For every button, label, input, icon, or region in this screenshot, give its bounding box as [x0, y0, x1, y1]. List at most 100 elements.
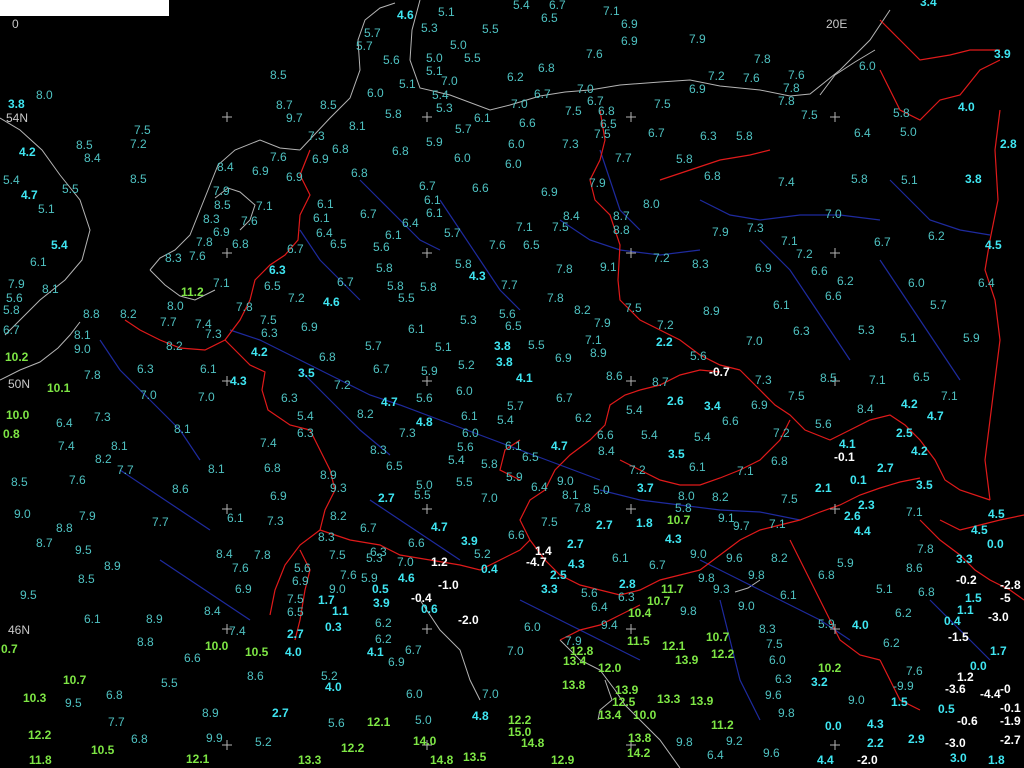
temperature-value: 6.1 [426, 206, 443, 220]
temperature-value: 12.1 [662, 639, 686, 653]
temperature-value: 6.3 [261, 326, 278, 340]
temperature-value: 7.5 [552, 220, 569, 234]
temperature-value: 5.7 [364, 26, 381, 40]
temperature-value: 1.1 [332, 604, 349, 618]
temperature-value: 0.5 [938, 702, 955, 716]
temperature-value: 5.5 [456, 475, 473, 489]
temperature-value: 8.4 [217, 160, 234, 174]
temperature-value: 6.6 [184, 651, 201, 665]
temperature-value: 9.8 [748, 568, 765, 582]
temperature-value: 6.6 [825, 289, 842, 303]
temperature-value: 7.5 [541, 515, 558, 529]
temperature-value: 7.0 [481, 491, 498, 505]
temperature-value: 8.1 [111, 439, 128, 453]
temperature-value: 3.8 [8, 97, 25, 111]
temperature-value: 4.3 [867, 717, 884, 731]
temperature-value: 2.7 [287, 627, 304, 641]
temperature-value: 9.4 [601, 618, 618, 632]
temperature-value: 9.0 [14, 507, 31, 521]
temperature-value: 7.5 [766, 637, 783, 651]
temperature-value: 4.4 [854, 524, 871, 538]
temperature-value: -4.7 [526, 555, 547, 569]
temperature-value: 0.8 [3, 427, 20, 441]
temperature-value: 6.4 [707, 748, 724, 762]
temperature-value: 2.7 [567, 537, 584, 551]
temperature-value: 6.8 [818, 568, 835, 582]
temperature-value: 7.9 [689, 32, 706, 46]
temperature-value: 6.5 [913, 370, 930, 384]
temperature-value: 5.4 [297, 409, 314, 423]
temperature-value: 13.3 [657, 692, 681, 706]
temperature-value: 5.6 [457, 440, 474, 454]
temperature-value: 7.2 [653, 251, 670, 265]
temperature-value: 8.7 [276, 98, 293, 112]
temperature-value: 10.7 [667, 513, 691, 527]
temperature-value: 7.2 [629, 463, 646, 477]
temperature-value: 8.1 [208, 462, 225, 476]
temperature-value: 8.5 [11, 475, 28, 489]
temperature-value: 7.6 [189, 249, 206, 263]
temperature-value: 1.2 [431, 555, 448, 569]
temperature-value: 4.0 [325, 680, 342, 694]
temperature-value: 5.6 [294, 561, 311, 575]
temperature-value: 6.4 [978, 276, 995, 290]
temperature-value: 9.6 [763, 746, 780, 760]
temperature-value: 3.5 [668, 447, 685, 461]
temperature-value: 6.3 [297, 426, 314, 440]
temperature-value: 4.2 [251, 345, 268, 359]
temperature-value: 0.5 [372, 582, 389, 596]
temperature-value: 7.2 [657, 318, 674, 332]
temperature-value: 5.0 [426, 51, 443, 65]
temperature-value: 6.1 [474, 111, 491, 125]
temperature-value: 7.7 [615, 151, 632, 165]
temperature-value: 9.6 [765, 688, 782, 702]
temperature-value: 6.1 [689, 460, 706, 474]
temperature-value: 1.7 [990, 644, 1007, 658]
temperature-value: 7.3 [308, 129, 325, 143]
temperature-value: 5.4 [3, 173, 20, 187]
temperature-value: 6.9 [755, 261, 772, 275]
temperature-value: 5.8 [3, 303, 20, 317]
temperature-value: 0.0 [825, 719, 842, 733]
temperature-value: 8.2 [330, 509, 347, 523]
temperature-value: 8.2 [574, 303, 591, 317]
temperature-value: 7.5 [781, 492, 798, 506]
temperature-value: 8.3 [165, 251, 182, 265]
temperature-value: 5.3 [460, 313, 477, 327]
temperature-value: 4.8 [472, 709, 489, 723]
temperature-value: 7.2 [796, 247, 813, 261]
temperature-value: 7.8 [754, 52, 771, 66]
temperature-value: -2.0 [857, 753, 878, 767]
temperature-value: 7.6 [906, 664, 923, 678]
temperature-value: 4.0 [958, 100, 975, 114]
temperature-value: 5.1 [435, 340, 452, 354]
temperature-value: 7.3 [267, 514, 284, 528]
temperature-value: 8.2 [120, 307, 137, 321]
temperature-value: 7.0 [746, 334, 763, 348]
temperature-value: 8.2 [357, 407, 374, 421]
temperature-value: 7.7 [501, 278, 518, 292]
temperature-value: 0.7 [1, 642, 18, 656]
temperature-value: 6.0 [406, 687, 423, 701]
temperature-value: 9.0 [848, 693, 865, 707]
temperature-value: 6.6 [519, 116, 536, 130]
temperature-value: 3.9 [994, 47, 1011, 61]
temperature-value: 7.5 [801, 108, 818, 122]
temperature-value: -1.5 [948, 630, 969, 644]
temperature-value: 7.3 [562, 137, 579, 151]
temperature-value: 5.5 [398, 291, 415, 305]
temperature-value: 4.7 [551, 439, 568, 453]
temperature-value: 14.0 [413, 734, 437, 748]
temperature-value: -5 [1000, 591, 1011, 605]
temperature-value: 4.2 [19, 145, 36, 159]
temperature-value: 8.8 [613, 223, 630, 237]
temperature-value: 7.5 [565, 104, 582, 118]
temperature-value: 5.6 [581, 586, 598, 600]
temperature-value: 7.2 [288, 291, 305, 305]
temperature-value: 9.8 [676, 735, 693, 749]
temperature-value: 6.9 [213, 225, 230, 239]
temperature-value: 7.7 [117, 463, 134, 477]
latitude-label-46n: 46N [8, 623, 31, 637]
temperature-value: 1.5 [891, 695, 908, 709]
temperature-value: 6.3 [137, 362, 154, 376]
